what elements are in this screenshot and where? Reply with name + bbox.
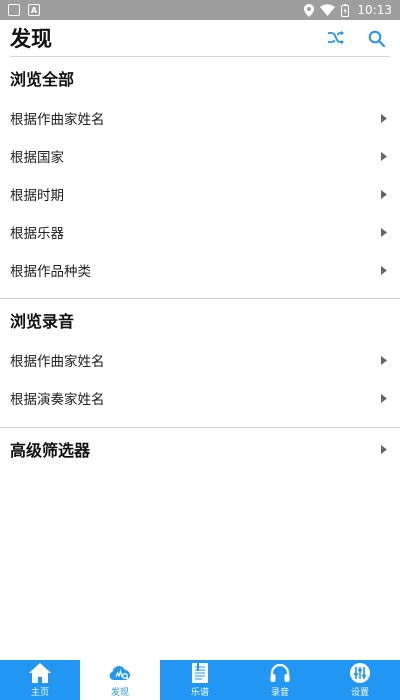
- tab-label: 设置: [350, 688, 369, 698]
- settings-sliders-icon: [348, 662, 372, 684]
- chevron-right-icon: [380, 113, 388, 123]
- search-icon: [368, 30, 385, 47]
- headphones-icon: [268, 662, 292, 684]
- row-label: 根据乐器: [10, 226, 64, 242]
- chevron-right-icon: [380, 189, 388, 199]
- font-a-icon: A: [28, 4, 40, 16]
- browse-all-by-composer[interactable]: 根据作曲家姓名: [0, 99, 400, 137]
- chevron-right-icon: [380, 444, 388, 454]
- status-bar: A 10:13: [0, 0, 400, 20]
- tab-label: 发现: [110, 688, 129, 698]
- row-label: 根据演奏家姓名: [10, 392, 105, 408]
- advanced-filter-label: 高级筛选器: [10, 441, 91, 460]
- notification-box-icon: [8, 4, 20, 16]
- status-time: 10:13: [357, 3, 392, 17]
- chevron-right-icon: [380, 355, 388, 365]
- recordings-by-composer[interactable]: 根据作曲家姓名: [0, 341, 400, 379]
- section-browse-all: 浏览全部 根据作曲家姓名 根据国家 根据时期 根据乐器 根据作品种类: [0, 57, 400, 289]
- tab-recordings[interactable]: 录音: [240, 660, 320, 700]
- chevron-right-icon: [380, 393, 388, 403]
- browse-all-by-country[interactable]: 根据国家: [0, 137, 400, 175]
- row-label: 根据作曲家姓名: [10, 354, 105, 370]
- tab-label: 录音: [270, 688, 289, 698]
- wifi-icon: [320, 4, 336, 16]
- bottom-tab-bar: 主页 发现 乐谱 录音 设置: [0, 660, 400, 700]
- tab-discover[interactable]: 发现: [80, 660, 160, 700]
- tab-label: 乐谱: [190, 688, 209, 698]
- tab-sheet-music[interactable]: 乐谱: [160, 660, 240, 700]
- row-label: 根据作曲家姓名: [10, 112, 105, 128]
- advanced-filter-row[interactable]: 高级筛选器: [0, 428, 400, 470]
- app-header: 发现: [0, 20, 400, 56]
- sheet-music-icon: [188, 662, 212, 684]
- search-button[interactable]: [364, 26, 388, 50]
- discover-content: 浏览全部 根据作曲家姓名 根据国家 根据时期 根据乐器 根据作品种类 浏览录音 …: [0, 56, 400, 470]
- shuffle-button[interactable]: [324, 26, 348, 50]
- recordings-by-performer[interactable]: 根据演奏家姓名: [0, 379, 400, 417]
- browse-all-by-period[interactable]: 根据时期: [0, 175, 400, 213]
- tab-settings[interactable]: 设置: [320, 660, 400, 700]
- chevron-right-icon: [380, 227, 388, 237]
- tab-label: 主页: [30, 688, 49, 698]
- page-title: 发现: [10, 27, 52, 51]
- status-right-icons: 10:13: [304, 3, 392, 17]
- discover-cloud-icon: [108, 662, 132, 684]
- section-title: 浏览全部: [10, 70, 75, 89]
- row-label: 根据作品种类: [10, 264, 91, 280]
- section-title: 浏览录音: [10, 312, 75, 331]
- browse-all-by-instrument[interactable]: 根据乐器: [0, 213, 400, 251]
- chevron-right-icon: [380, 265, 388, 275]
- row-label: 根据时期: [10, 188, 64, 204]
- browse-all-by-work-type[interactable]: 根据作品种类: [0, 251, 400, 289]
- location-icon: [304, 3, 315, 17]
- header-actions: [324, 26, 388, 50]
- status-left-icons: A: [8, 4, 40, 16]
- tab-home[interactable]: 主页: [0, 660, 80, 700]
- chevron-right-icon: [380, 151, 388, 161]
- battery-icon: [341, 3, 350, 17]
- row-label: 根据国家: [10, 150, 64, 166]
- home-icon: [28, 662, 52, 684]
- section-browse-recordings: 浏览录音 根据作曲家姓名 根据演奏家姓名: [0, 299, 400, 417]
- shuffle-icon: [328, 30, 344, 45]
